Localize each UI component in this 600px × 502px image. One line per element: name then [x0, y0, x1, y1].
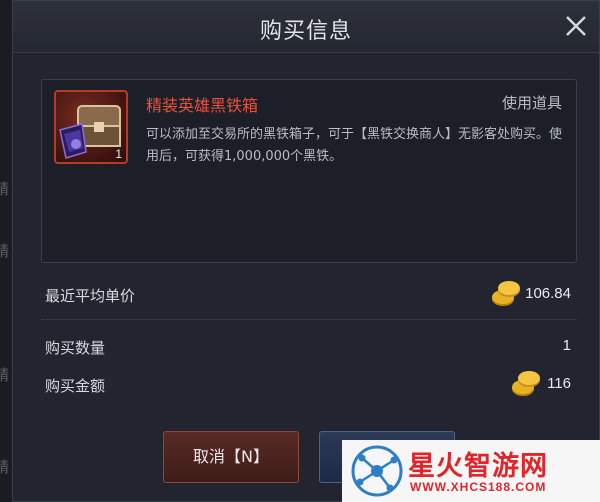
background-text: 精 [0, 180, 10, 198]
divider [41, 319, 577, 320]
cancel-button[interactable]: 取消【N】 [163, 431, 299, 483]
gold-coin-icon [492, 281, 520, 306]
watermark-text: 星火智游网 [408, 451, 548, 482]
item-slot[interactable]: 1 [54, 90, 128, 164]
gold-coin-icon [512, 371, 540, 396]
item-name: 精装英雄黑铁箱 [146, 96, 259, 115]
watermark-logo-icon [351, 445, 403, 497]
dialog-title-bar: 购买信息 [13, 1, 599, 53]
total-amount-value: 116 [547, 375, 571, 392]
close-icon [566, 16, 586, 36]
total-amount-label: 购买金额 [45, 377, 106, 395]
quantity-value[interactable]: 1 [563, 337, 571, 354]
background-text: 精 [0, 458, 10, 476]
purchase-dialog: 购买信息 1 精装英雄黑铁箱 使用道具 可以添加至交易所的黑铁箱子，可于【黑铁交… [12, 0, 600, 502]
background-text: 精 [0, 366, 10, 384]
watermark: 星火智游网 WWW.XHCS188.COM [342, 440, 600, 502]
dialog-title: 购买信息 [259, 19, 352, 44]
quantity-label: 购买数量 [45, 339, 106, 357]
item-info-panel: 1 精装英雄黑铁箱 使用道具 可以添加至交易所的黑铁箱子，可于【黑铁交换商人】无… [41, 79, 577, 263]
item-type: 使用道具 [501, 94, 562, 112]
background-text: 精 [0, 242, 10, 260]
item-description: 可以添加至交易所的黑铁箱子，可于【黑铁交换商人】无影客处购买。使用后，可获得1,… [146, 127, 563, 164]
watermark-url: WWW.XHCS188.COM [410, 480, 547, 494]
avg-price-label: 最近平均单价 [45, 287, 136, 305]
avg-price-value: 106.84 [525, 285, 571, 302]
close-button[interactable] [561, 11, 591, 41]
screen: 精 精 精 精 购买信息 1 精装英雄黑铁箱 使用道具 可以添加至交易所的黑铁箱… [0, 0, 600, 502]
item-quantity-badge: 1 [115, 147, 122, 161]
